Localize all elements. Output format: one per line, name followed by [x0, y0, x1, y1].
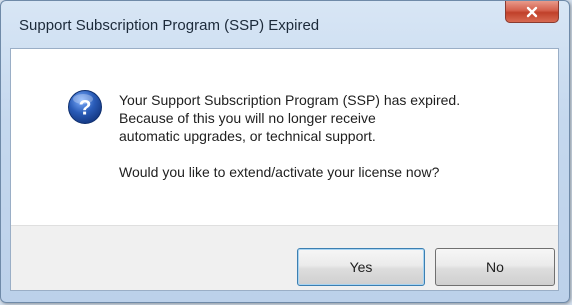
no-button[interactable]: No: [435, 248, 555, 286]
svg-text:?: ?: [79, 97, 92, 120]
question-icon: ?: [68, 90, 102, 124]
dialog-window: Support Subscription Program (SSP) Expir…: [0, 0, 570, 303]
message-line-1: Your Support Subscription Program (SSP) …: [119, 92, 461, 108]
dialog-client-area: ? Your Support Subscription Program (SSP…: [10, 48, 559, 291]
message-line-3: automatic upgrades, or technical support…: [119, 128, 376, 144]
close-button[interactable]: [505, 1, 559, 23]
message-text: Your Support Subscription Program (SSP) …: [119, 91, 549, 181]
yes-button[interactable]: Yes: [297, 248, 425, 286]
title-bar[interactable]: Support Subscription Program (SSP) Expir…: [1, 1, 569, 49]
button-bar: Yes No: [11, 225, 558, 290]
dialog-title: Support Subscription Program (SSP) Expir…: [19, 17, 320, 34]
question-text: Would you like to extend/activate your l…: [119, 164, 440, 180]
message-line-2: Because of this you will no longer recei…: [119, 110, 376, 126]
close-icon: [526, 6, 538, 17]
message-area: ? Your Support Subscription Program (SSP…: [11, 49, 558, 225]
